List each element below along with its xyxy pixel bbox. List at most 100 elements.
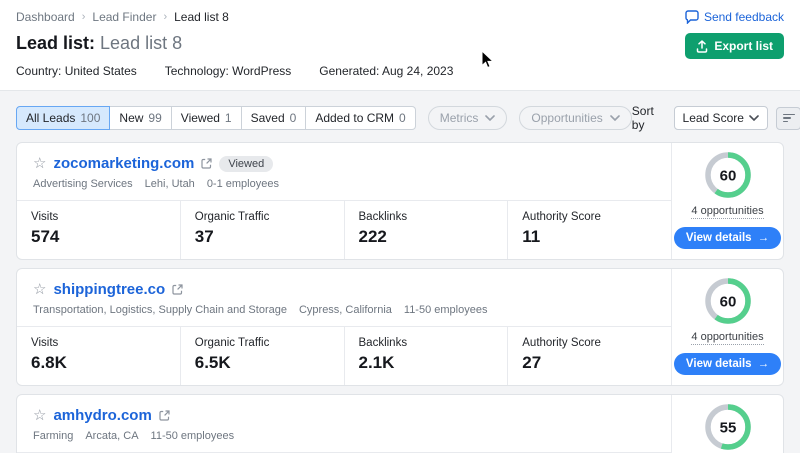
page-title: Lead list: Lead list 8 xyxy=(16,33,784,54)
tab-added-to-crm-count: 0 xyxy=(399,111,406,125)
metric-backlinks: Backlinks 2.1K xyxy=(344,327,508,385)
tab-new[interactable]: New 99 xyxy=(110,106,171,130)
lead-list: ☆ zocomarketing.com Viewed Advertising S… xyxy=(16,142,784,453)
meta-generated-value: Aug 24, 2023 xyxy=(382,64,453,78)
opportunities-dropdown[interactable]: Opportunities xyxy=(519,106,631,130)
tab-saved-count: 0 xyxy=(290,111,297,125)
breadcrumb-separator: › xyxy=(82,11,86,23)
tab-all-leads[interactable]: All Leads 100 xyxy=(16,106,110,130)
metric-organic-traffic: Organic Traffic 6.5K xyxy=(180,327,344,385)
breadcrumb-lead-finder[interactable]: Lead Finder xyxy=(92,10,156,24)
lead-score-donut: 60 xyxy=(705,278,751,324)
tab-new-label: New xyxy=(119,111,143,125)
view-details-label: View details xyxy=(686,232,752,244)
lead-industry: Transportation, Logistics, Supply Chain … xyxy=(33,304,287,316)
lead-domain-link[interactable]: zocomarketing.com xyxy=(53,155,194,172)
lead-score-panel: 55 3 opportunities View details → xyxy=(671,395,783,453)
metrics-dropdown-label: Metrics xyxy=(440,111,479,125)
lead-card: ☆ amhydro.com Farming Arcata, CA 11-50 e… xyxy=(16,394,784,453)
metric-authority-score: Authority Score 11 xyxy=(507,201,671,259)
export-list-label: Export list xyxy=(714,39,773,53)
lead-status-tabs: All Leads 100 New 99 Viewed 1 Saved 0 Ad… xyxy=(16,106,416,130)
metric-authority-score: Authority Score 27 xyxy=(507,327,671,385)
arrow-right-icon: → xyxy=(758,232,770,244)
tab-saved[interactable]: Saved 0 xyxy=(242,106,307,130)
lead-domain-link[interactable]: shippingtree.co xyxy=(53,281,165,298)
tab-added-to-crm-label: Added to CRM xyxy=(315,111,394,125)
save-star-icon[interactable]: ☆ xyxy=(33,408,46,423)
lead-card: ☆ zocomarketing.com Viewed Advertising S… xyxy=(16,142,784,260)
lead-card: ☆ shippingtree.co Transportation, Logist… xyxy=(16,268,784,386)
metric-value: 6.5K xyxy=(195,353,330,373)
content-area: All Leads 100 New 99 Viewed 1 Saved 0 Ad… xyxy=(0,90,800,453)
opportunities-link[interactable]: 4 opportunities xyxy=(691,331,763,345)
meta-generated: Generated: Aug 24, 2023 xyxy=(319,64,453,78)
lead-title-line: ☆ shippingtree.co xyxy=(33,281,655,298)
opportunities-dropdown-label: Opportunities xyxy=(531,111,602,125)
lead-score-value: 55 xyxy=(719,420,736,437)
metric-value: 37 xyxy=(195,227,330,247)
view-details-button[interactable]: View details → xyxy=(674,353,781,375)
lead-location: Cypress, California xyxy=(299,304,392,316)
breadcrumb-current: Lead list 8 xyxy=(174,10,229,24)
sort-select[interactable]: Lead Score xyxy=(674,106,768,130)
metric-label: Backlinks xyxy=(359,337,494,349)
lead-score-donut: 60 xyxy=(705,152,751,198)
metric-label: Visits xyxy=(31,211,166,223)
lead-domain-link[interactable]: amhydro.com xyxy=(53,407,151,424)
tab-viewed[interactable]: Viewed 1 xyxy=(172,106,242,130)
save-star-icon[interactable]: ☆ xyxy=(33,156,46,171)
opportunities-link[interactable]: 4 opportunities xyxy=(691,205,763,219)
metric-label: Authority Score xyxy=(522,211,657,223)
tab-added-to-crm[interactable]: Added to CRM 0 xyxy=(306,106,415,130)
meta-country-value: United States xyxy=(65,64,137,78)
breadcrumb-dashboard[interactable]: Dashboard xyxy=(16,10,75,24)
chevron-down-icon xyxy=(749,115,759,121)
send-feedback-link[interactable]: Send feedback xyxy=(685,10,784,24)
metric-value: 6.8K xyxy=(31,353,166,373)
tab-new-count: 99 xyxy=(148,111,161,125)
lead-title-line: ☆ amhydro.com xyxy=(33,407,655,424)
sort-by-label: Sort by xyxy=(632,104,666,132)
tab-viewed-count: 1 xyxy=(225,111,232,125)
metric-label: Backlinks xyxy=(359,211,494,223)
metric-label: Organic Traffic xyxy=(195,337,330,349)
lead-location: Arcata, CA xyxy=(85,430,138,442)
chevron-down-icon xyxy=(610,115,620,121)
external-link-icon[interactable] xyxy=(172,284,183,295)
tab-all-leads-count: 100 xyxy=(80,111,100,125)
sort-select-value: Lead Score xyxy=(683,111,744,125)
lead-title-line: ☆ zocomarketing.com Viewed xyxy=(33,155,655,172)
lead-card-main: ☆ amhydro.com Farming Arcata, CA 11-50 e… xyxy=(17,395,671,453)
tab-viewed-label: Viewed xyxy=(181,111,220,125)
lead-location: Lehi, Utah xyxy=(145,178,195,190)
meta-generated-label: Generated: xyxy=(319,64,379,78)
arrow-right-icon: → xyxy=(758,358,770,370)
meta-country: Country: United States xyxy=(16,64,137,78)
lead-subtitle: Transportation, Logistics, Supply Chain … xyxy=(33,304,655,316)
metric-visits: Visits 574 xyxy=(17,201,180,259)
view-details-label: View details xyxy=(686,358,752,370)
lead-metrics: Visits 6.8K Organic Traffic 6.5K Backlin… xyxy=(17,326,671,385)
metrics-dropdown[interactable]: Metrics xyxy=(428,106,508,130)
external-link-icon[interactable] xyxy=(201,158,212,169)
meta-technology-label: Technology: xyxy=(165,64,229,78)
metric-backlinks: Backlinks 222 xyxy=(344,201,508,259)
save-star-icon[interactable]: ☆ xyxy=(33,282,46,297)
view-details-button[interactable]: View details → xyxy=(674,227,781,249)
sort-direction-button[interactable] xyxy=(776,107,800,130)
lead-employees: 0-1 employees xyxy=(207,178,279,190)
lead-card-main: ☆ zocomarketing.com Viewed Advertising S… xyxy=(17,143,671,259)
meta-technology-value: WordPress xyxy=(232,64,291,78)
lead-metrics: Visits 574 Organic Traffic 37 Backlinks … xyxy=(17,200,671,259)
lead-subtitle: Advertising Services Lehi, Utah 0-1 empl… xyxy=(33,178,655,190)
page-title-value: Lead list 8 xyxy=(100,33,182,53)
status-badge: Viewed xyxy=(219,156,273,172)
send-feedback-label: Send feedback xyxy=(704,10,784,24)
lead-card-main: ☆ shippingtree.co Transportation, Logist… xyxy=(17,269,671,385)
lead-score-panel: 60 4 opportunities View details → xyxy=(671,269,783,385)
lead-score-panel: 60 4 opportunities View details → xyxy=(671,143,783,259)
export-list-button[interactable]: Export list xyxy=(685,33,784,59)
metric-visits: Visits 6.8K xyxy=(17,327,180,385)
external-link-icon[interactable] xyxy=(159,410,170,421)
